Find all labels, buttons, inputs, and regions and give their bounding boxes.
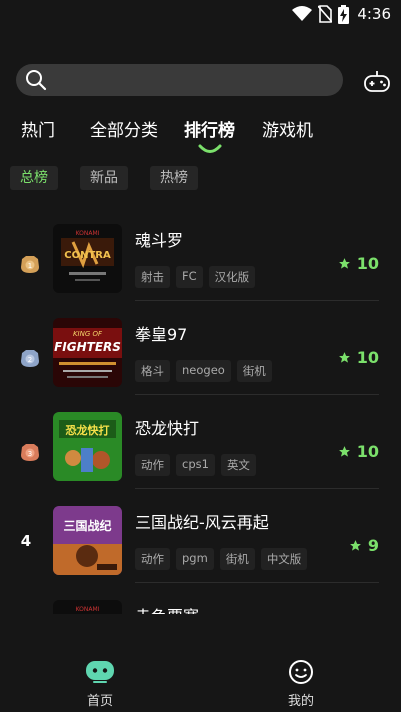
game-tag: pgm: [176, 548, 214, 570]
score-value: 10: [356, 254, 379, 273]
game-tag: 汉化版: [208, 266, 256, 288]
game-tags: 动作 pgm 街机 中文版: [135, 548, 308, 570]
filter-chip-trending[interactable]: 热榜: [150, 166, 198, 190]
star-icon: [338, 446, 350, 457]
search-icon: [26, 70, 47, 91]
search-row: [16, 64, 391, 98]
game-tag: 动作: [135, 548, 170, 570]
filter-chip-overall[interactable]: 总榜: [10, 166, 58, 190]
score-value: 9: [367, 536, 379, 555]
game-thumbnail: KONAMI: [53, 600, 122, 614]
filter-chip-new[interactable]: 新品: [80, 166, 128, 190]
game-tag: 射击: [135, 266, 170, 288]
rank-number: 3: [28, 450, 32, 458]
game-row[interactable]: 3 恐龙快打 恐龙快打 动作 cps1 英文 10: [0, 402, 401, 496]
game-row[interactable]: KONAMI 赤色要塞: [0, 590, 401, 614]
game-row[interactable]: 4 三国战纪 三国战纪-风云再起 动作 pgm 街机 中文版 9: [0, 496, 401, 590]
game-score: 10: [338, 348, 379, 367]
star-icon: [338, 258, 350, 269]
game-title: 魂斗罗: [135, 231, 184, 250]
row-divider: [135, 488, 379, 489]
game-tag: 中文版: [260, 548, 308, 570]
nav-home[interactable]: 首页: [60, 652, 140, 709]
game-title: 三国战纪-风云再起: [135, 513, 269, 532]
game-thumbnail: KING OF FIGHTERS: [53, 318, 122, 387]
status-time: 4:36: [357, 5, 391, 23]
nav-profile-label: 我的: [287, 694, 314, 709]
game-title: 赤色要塞: [135, 603, 199, 614]
svg-text:KONAMI: KONAMI: [76, 230, 100, 237]
game-thumbnail: 三国战纪: [53, 506, 122, 575]
game-tags: 动作 cps1 英文: [135, 454, 256, 476]
rank-number: 1: [28, 262, 32, 270]
active-tab-indicator: [198, 144, 222, 153]
row-divider: [135, 394, 379, 395]
gold-medal-icon: 1: [21, 256, 39, 273]
nav-profile[interactable]: 我的: [261, 652, 341, 709]
status-icons: 4:36: [292, 4, 391, 24]
svg-text:KING OF: KING OF: [73, 330, 103, 338]
search-input[interactable]: [54, 64, 334, 96]
star-icon: [338, 352, 350, 363]
search-box[interactable]: [16, 64, 343, 96]
nav-home-label: 首页: [86, 694, 113, 709]
game-title: 恐龙快打: [135, 419, 200, 438]
game-tag: 街机: [236, 360, 272, 382]
game-title: 拳皇97: [135, 325, 188, 344]
game-row[interactable]: 1 KONAMI CONTRA 魂斗罗 射击 FC 汉化版 10: [0, 214, 401, 308]
svg-text:FIGHTERS: FIGHTERS: [54, 340, 121, 354]
game-tag: FC: [176, 266, 203, 288]
tab-all-categories[interactable]: 全部分类: [90, 116, 158, 141]
gamepad-icon[interactable]: [363, 68, 391, 94]
silver-medal-icon: 2: [21, 350, 39, 367]
game-thumbnail: 恐龙快打: [53, 412, 122, 481]
tab-consoles[interactable]: 游戏机: [262, 116, 313, 141]
rank-number: 4: [20, 532, 32, 550]
wifi-icon: [292, 6, 313, 21]
battery-charging-icon: [338, 4, 350, 24]
game-tag: 动作: [135, 454, 170, 476]
svg-text:三国战纪: 三国战纪: [63, 518, 111, 533]
status-bar: 4:36: [0, 0, 401, 28]
game-thumbnail: KONAMI CONTRA: [53, 224, 122, 293]
game-tags: 射击 FC 汉化版: [135, 266, 256, 288]
row-divider: [135, 582, 379, 583]
score-value: 10: [356, 442, 379, 461]
bottom-nav: 首页 我的: [0, 652, 401, 712]
tab-hot[interactable]: 热门: [21, 116, 55, 141]
home-game-icon: [86, 661, 114, 683]
game-tags: 格斗 neogeo 街机: [135, 360, 272, 382]
game-tag: 格斗: [135, 360, 170, 382]
ranking-filters: 总榜 新品 热榜: [0, 166, 401, 190]
game-score: 10: [338, 254, 379, 273]
bronze-medal-icon: 3: [21, 444, 39, 461]
tab-rankings[interactable]: 排行榜: [184, 116, 235, 141]
game-score: 10: [338, 442, 379, 461]
row-divider: [135, 300, 379, 301]
rank-number: 2: [28, 356, 32, 364]
no-sim-icon: [318, 5, 333, 23]
svg-text:恐龙快打: 恐龙快打: [66, 423, 110, 437]
star-icon: [349, 540, 361, 551]
game-tag: 英文: [220, 454, 256, 476]
svg-text:CONTRA: CONTRA: [64, 250, 111, 261]
score-value: 10: [356, 348, 379, 367]
game-tag: 街机: [219, 548, 255, 570]
game-row[interactable]: 2 KING OF FIGHTERS 拳皇97 格斗 neogeo 街机 10: [0, 308, 401, 402]
svg-text:KONAMI: KONAMI: [76, 606, 100, 613]
game-score: 9: [349, 536, 379, 555]
game-list: 1 KONAMI CONTRA 魂斗罗 射击 FC 汉化版 10 2 KING …: [0, 214, 401, 614]
game-tag: cps1: [176, 454, 215, 476]
game-tag: neogeo: [176, 360, 231, 382]
profile-face-icon: [289, 660, 313, 684]
